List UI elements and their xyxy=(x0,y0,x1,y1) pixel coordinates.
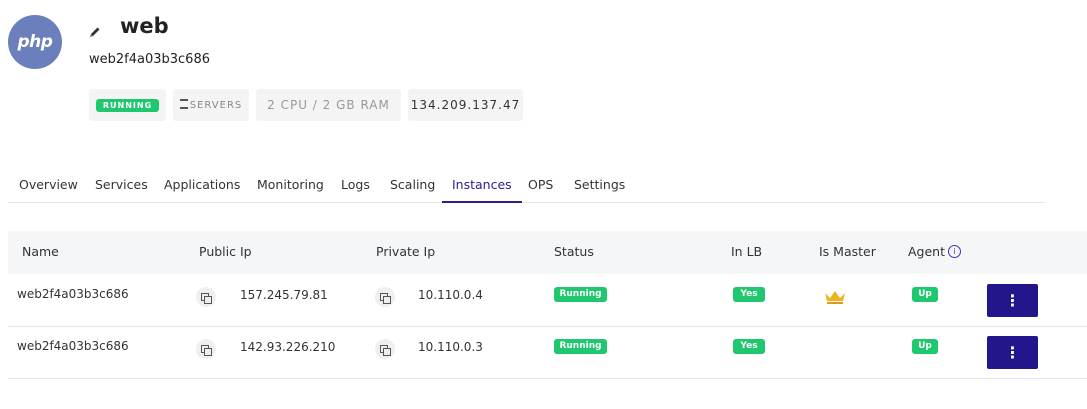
tab-scaling[interactable]: Scaling xyxy=(390,170,435,201)
private-ip: 10.110.0.4 xyxy=(418,288,483,302)
tab-settings[interactable]: Settings xyxy=(574,170,625,201)
info-icon[interactable]: i xyxy=(948,245,961,258)
copy-icon[interactable] xyxy=(375,287,395,307)
crown-icon xyxy=(825,291,845,304)
col-private-ip: Private Ip xyxy=(376,244,436,259)
public-ip: 142.93.226.210 xyxy=(240,340,336,354)
col-agent-label: Agent xyxy=(908,244,945,259)
status-badge: Running xyxy=(554,287,607,302)
pencil-icon[interactable] xyxy=(88,25,102,39)
agent-badge: Up xyxy=(912,339,938,354)
copy-icon[interactable] xyxy=(196,339,216,359)
tab-applications[interactable]: Applications xyxy=(164,170,240,201)
copy-icon[interactable] xyxy=(196,287,216,307)
instance-name: web2f4a03b3c686 xyxy=(17,287,129,301)
in-lb-badge: Yes xyxy=(733,339,765,354)
table-header: Name Public Ip Private Ip Status In LB I… xyxy=(8,231,1087,274)
tab-instances[interactable]: Instances xyxy=(442,170,522,203)
col-public-ip: Public Ip xyxy=(199,244,252,259)
col-agent: Agent i xyxy=(908,244,961,260)
app-logo: php xyxy=(8,15,62,69)
tab-ops[interactable]: OPS xyxy=(528,170,553,201)
status-badge: RUNNING xyxy=(95,98,160,112)
kebab-menu-icon: ⋮ xyxy=(1004,342,1021,362)
row-actions-button[interactable]: ⋮ xyxy=(987,284,1038,317)
col-status: Status xyxy=(554,244,594,259)
spec-label: 2 CPU / 2 GB RAM xyxy=(267,98,390,112)
tab-bar: Overview Services Applications Monitorin… xyxy=(8,170,1045,203)
tab-monitoring[interactable]: Monitoring xyxy=(257,170,324,201)
status-chip: RUNNING xyxy=(89,89,166,121)
col-is-master: Is Master xyxy=(819,244,876,259)
row-actions-button[interactable]: ⋮ xyxy=(987,336,1038,369)
copy-icon[interactable] xyxy=(375,339,395,359)
spec-chip: 2 CPU / 2 GB RAM xyxy=(256,89,401,121)
col-name: Name xyxy=(22,244,59,259)
tab-overview[interactable]: Overview xyxy=(19,170,78,201)
logo-text: php xyxy=(17,32,53,52)
type-chip: SERVERS xyxy=(173,89,249,121)
public-ip: 157.245.79.81 xyxy=(240,288,328,302)
col-in-lb: In LB xyxy=(731,244,763,259)
kebab-menu-icon: ⋮ xyxy=(1004,290,1021,310)
page-title: web xyxy=(120,14,169,38)
in-lb-badge: Yes xyxy=(733,287,765,302)
agent-badge: Up xyxy=(912,287,938,302)
servers-icon xyxy=(179,99,188,109)
tab-logs[interactable]: Logs xyxy=(341,170,370,201)
instance-name: web2f4a03b3c686 xyxy=(17,339,129,353)
page-subtitle: web2f4a03b3c686 xyxy=(89,52,210,67)
private-ip: 10.110.0.3 xyxy=(418,340,483,354)
type-label: SERVERS xyxy=(189,99,243,111)
ip-label: 134.209.137.47 xyxy=(410,98,521,112)
tab-services[interactable]: Services xyxy=(95,170,148,201)
status-badge: Running xyxy=(554,339,607,354)
table-row: web2f4a03b3c686 142.93.226.210 10.110.0.… xyxy=(8,326,1087,379)
table-row: web2f4a03b3c686 157.245.79.81 10.110.0.4… xyxy=(8,274,1087,327)
ip-chip: 134.209.137.47 xyxy=(408,89,523,121)
